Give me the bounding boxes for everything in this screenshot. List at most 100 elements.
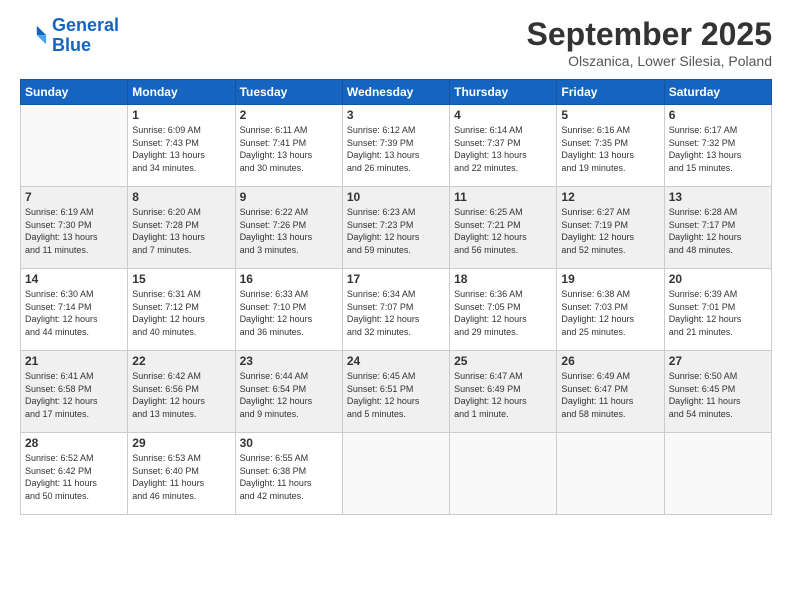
day-number: 19	[561, 272, 659, 286]
cell-info: Sunrise: 6:14 AM Sunset: 7:37 PM Dayligh…	[454, 124, 552, 174]
cell-info: Sunrise: 6:17 AM Sunset: 7:32 PM Dayligh…	[669, 124, 767, 174]
cell-info: Sunrise: 6:49 AM Sunset: 6:47 PM Dayligh…	[561, 370, 659, 420]
table-row: 12 Sunrise: 6:27 AM Sunset: 7:19 PM Dayli…	[557, 187, 664, 269]
table-row: 18 Sunrise: 6:36 AM Sunset: 7:05 PM Dayli…	[450, 269, 557, 351]
table-row: 11Sunrise: 6:25 AM Sunset: 7:21 PM Dayli…	[450, 187, 557, 269]
col-monday: Monday	[128, 80, 235, 105]
cell-info: Sunrise: 6:11 AM Sunset: 7:41 PM Dayligh…	[240, 124, 338, 174]
table-row: 3 Sunrise: 6:12 AM Sunset: 7:39 PM Daylig…	[342, 105, 449, 187]
day-number: 29	[132, 436, 230, 450]
cell-info: Sunrise: 6:53 AM Sunset: 6:40 PM Dayligh…	[132, 452, 230, 502]
day-number: 6	[669, 108, 767, 122]
col-tuesday: Tuesday	[235, 80, 342, 105]
month-title: September 2025	[527, 16, 772, 53]
day-number: 22	[132, 354, 230, 368]
day-number: 4	[454, 108, 552, 122]
table-row	[342, 433, 449, 515]
cell-info: Sunrise: 6:16 AM Sunset: 7:35 PM Dayligh…	[561, 124, 659, 174]
day-number: 16	[240, 272, 338, 286]
day-number: 30	[240, 436, 338, 450]
col-thursday: Thursday	[450, 80, 557, 105]
table-row: 15 Sunrise: 6:31 AM Sunset: 7:12 PM Dayli…	[128, 269, 235, 351]
table-row: 9 Sunrise: 6:22 AM Sunset: 7:26 PM Daylig…	[235, 187, 342, 269]
logo: General Blue	[20, 16, 119, 56]
calendar-week-row-2: 14 Sunrise: 6:30 AM Sunset: 7:14 PM Dayli…	[21, 269, 772, 351]
day-number: 14	[25, 272, 123, 286]
title-block: September 2025 Olszanica, Lower Silesia,…	[527, 16, 772, 69]
table-row: 16 Sunrise: 6:33 AM Sunset: 7:10 PM Dayli…	[235, 269, 342, 351]
table-row: 6 Sunrise: 6:17 AM Sunset: 7:32 PM Daylig…	[664, 105, 771, 187]
day-number: 28	[25, 436, 123, 450]
table-row: 17Sunrise: 6:34 AM Sunset: 7:07 PM Dayli…	[342, 269, 449, 351]
day-number: 17	[347, 272, 445, 286]
cell-info: Sunrise: 6:39 AM Sunset: 7:01 PM Dayligh…	[669, 288, 767, 338]
cell-info: Sunrise: 6:52 AM Sunset: 6:42 PM Dayligh…	[25, 452, 123, 502]
cell-info: Sunrise: 6:23 AM Sunset: 7:23 PM Dayligh…	[347, 206, 445, 256]
table-row: 13Sunrise: 6:28 AM Sunset: 7:17 PM Dayli…	[664, 187, 771, 269]
calendar: Sunday Monday Tuesday Wednesday Thursday…	[20, 79, 772, 515]
calendar-week-row-0: 1 Sunrise: 6:09 AM Sunset: 7:43 PM Daylig…	[21, 105, 772, 187]
table-row: 24Sunrise: 6:45 AM Sunset: 6:51 PM Dayli…	[342, 351, 449, 433]
day-number: 12	[561, 190, 659, 204]
table-row: 28 Sunrise: 6:52 AM Sunset: 6:42 PM Dayli…	[21, 433, 128, 515]
day-number: 18	[454, 272, 552, 286]
cell-info: Sunrise: 6:09 AM Sunset: 7:43 PM Dayligh…	[132, 124, 230, 174]
col-sunday: Sunday	[21, 80, 128, 105]
day-number: 23	[240, 354, 338, 368]
day-number: 25	[454, 354, 552, 368]
table-row: 8 Sunrise: 6:20 AM Sunset: 7:28 PM Daylig…	[128, 187, 235, 269]
page: General Blue September 2025 Olszanica, L…	[0, 0, 792, 612]
col-friday: Friday	[557, 80, 664, 105]
calendar-week-row-1: 7Sunrise: 6:19 AM Sunset: 7:30 PM Daylig…	[21, 187, 772, 269]
cell-info: Sunrise: 6:22 AM Sunset: 7:26 PM Dayligh…	[240, 206, 338, 256]
table-row: 19 Sunrise: 6:38 AM Sunset: 7:03 PM Dayli…	[557, 269, 664, 351]
table-row: 27 Sunrise: 6:50 AM Sunset: 6:45 PM Dayli…	[664, 351, 771, 433]
table-row: 14 Sunrise: 6:30 AM Sunset: 7:14 PM Dayli…	[21, 269, 128, 351]
day-number: 3	[347, 108, 445, 122]
cell-info: Sunrise: 6:31 AM Sunset: 7:12 PM Dayligh…	[132, 288, 230, 338]
day-number: 15	[132, 272, 230, 286]
day-number: 26	[561, 354, 659, 368]
cell-info: Sunrise: 6:12 AM Sunset: 7:39 PM Dayligh…	[347, 124, 445, 174]
table-row: 22Sunrise: 6:42 AM Sunset: 6:56 PM Dayli…	[128, 351, 235, 433]
location: Olszanica, Lower Silesia, Poland	[527, 53, 772, 69]
cell-info: Sunrise: 6:27 AM Sunset: 7:19 PM Dayligh…	[561, 206, 659, 256]
day-number: 9	[240, 190, 338, 204]
cell-info: Sunrise: 6:44 AM Sunset: 6:54 PM Dayligh…	[240, 370, 338, 420]
cell-info: Sunrise: 6:19 AM Sunset: 7:30 PM Dayligh…	[25, 206, 123, 256]
day-number: 27	[669, 354, 767, 368]
cell-info: Sunrise: 6:50 AM Sunset: 6:45 PM Dayligh…	[669, 370, 767, 420]
calendar-header-row: Sunday Monday Tuesday Wednesday Thursday…	[21, 80, 772, 105]
table-row: 1 Sunrise: 6:09 AM Sunset: 7:43 PM Daylig…	[128, 105, 235, 187]
day-number: 20	[669, 272, 767, 286]
header: General Blue September 2025 Olszanica, L…	[20, 16, 772, 69]
cell-info: Sunrise: 6:20 AM Sunset: 7:28 PM Dayligh…	[132, 206, 230, 256]
day-number: 2	[240, 108, 338, 122]
table-row: 29 Sunrise: 6:53 AM Sunset: 6:40 PM Dayli…	[128, 433, 235, 515]
table-row: 4 Sunrise: 6:14 AM Sunset: 7:37 PM Daylig…	[450, 105, 557, 187]
cell-info: Sunrise: 6:38 AM Sunset: 7:03 PM Dayligh…	[561, 288, 659, 338]
day-number: 8	[132, 190, 230, 204]
cell-info: Sunrise: 6:36 AM Sunset: 7:05 PM Dayligh…	[454, 288, 552, 338]
col-saturday: Saturday	[664, 80, 771, 105]
table-row: 25 Sunrise: 6:47 AM Sunset: 6:49 PM Dayli…	[450, 351, 557, 433]
cell-info: Sunrise: 6:30 AM Sunset: 7:14 PM Dayligh…	[25, 288, 123, 338]
cell-info: Sunrise: 6:47 AM Sunset: 6:49 PM Dayligh…	[454, 370, 552, 420]
day-number: 1	[132, 108, 230, 122]
day-number: 11	[454, 190, 552, 204]
day-number: 5	[561, 108, 659, 122]
table-row	[450, 433, 557, 515]
table-row: 23 Sunrise: 6:44 AM Sunset: 6:54 PM Dayli…	[235, 351, 342, 433]
cell-info: Sunrise: 6:33 AM Sunset: 7:10 PM Dayligh…	[240, 288, 338, 338]
table-row: 21Sunrise: 6:41 AM Sunset: 6:58 PM Dayli…	[21, 351, 128, 433]
table-row: 26 Sunrise: 6:49 AM Sunset: 6:47 PM Dayli…	[557, 351, 664, 433]
table-row: 7Sunrise: 6:19 AM Sunset: 7:30 PM Daylig…	[21, 187, 128, 269]
day-number: 24	[347, 354, 445, 368]
table-row	[21, 105, 128, 187]
calendar-week-row-4: 28 Sunrise: 6:52 AM Sunset: 6:42 PM Dayli…	[21, 433, 772, 515]
day-number: 10	[347, 190, 445, 204]
table-row	[557, 433, 664, 515]
table-row: 2 Sunrise: 6:11 AM Sunset: 7:41 PM Daylig…	[235, 105, 342, 187]
logo-icon	[20, 22, 48, 50]
table-row: 30Sunrise: 6:55 AM Sunset: 6:38 PM Dayli…	[235, 433, 342, 515]
